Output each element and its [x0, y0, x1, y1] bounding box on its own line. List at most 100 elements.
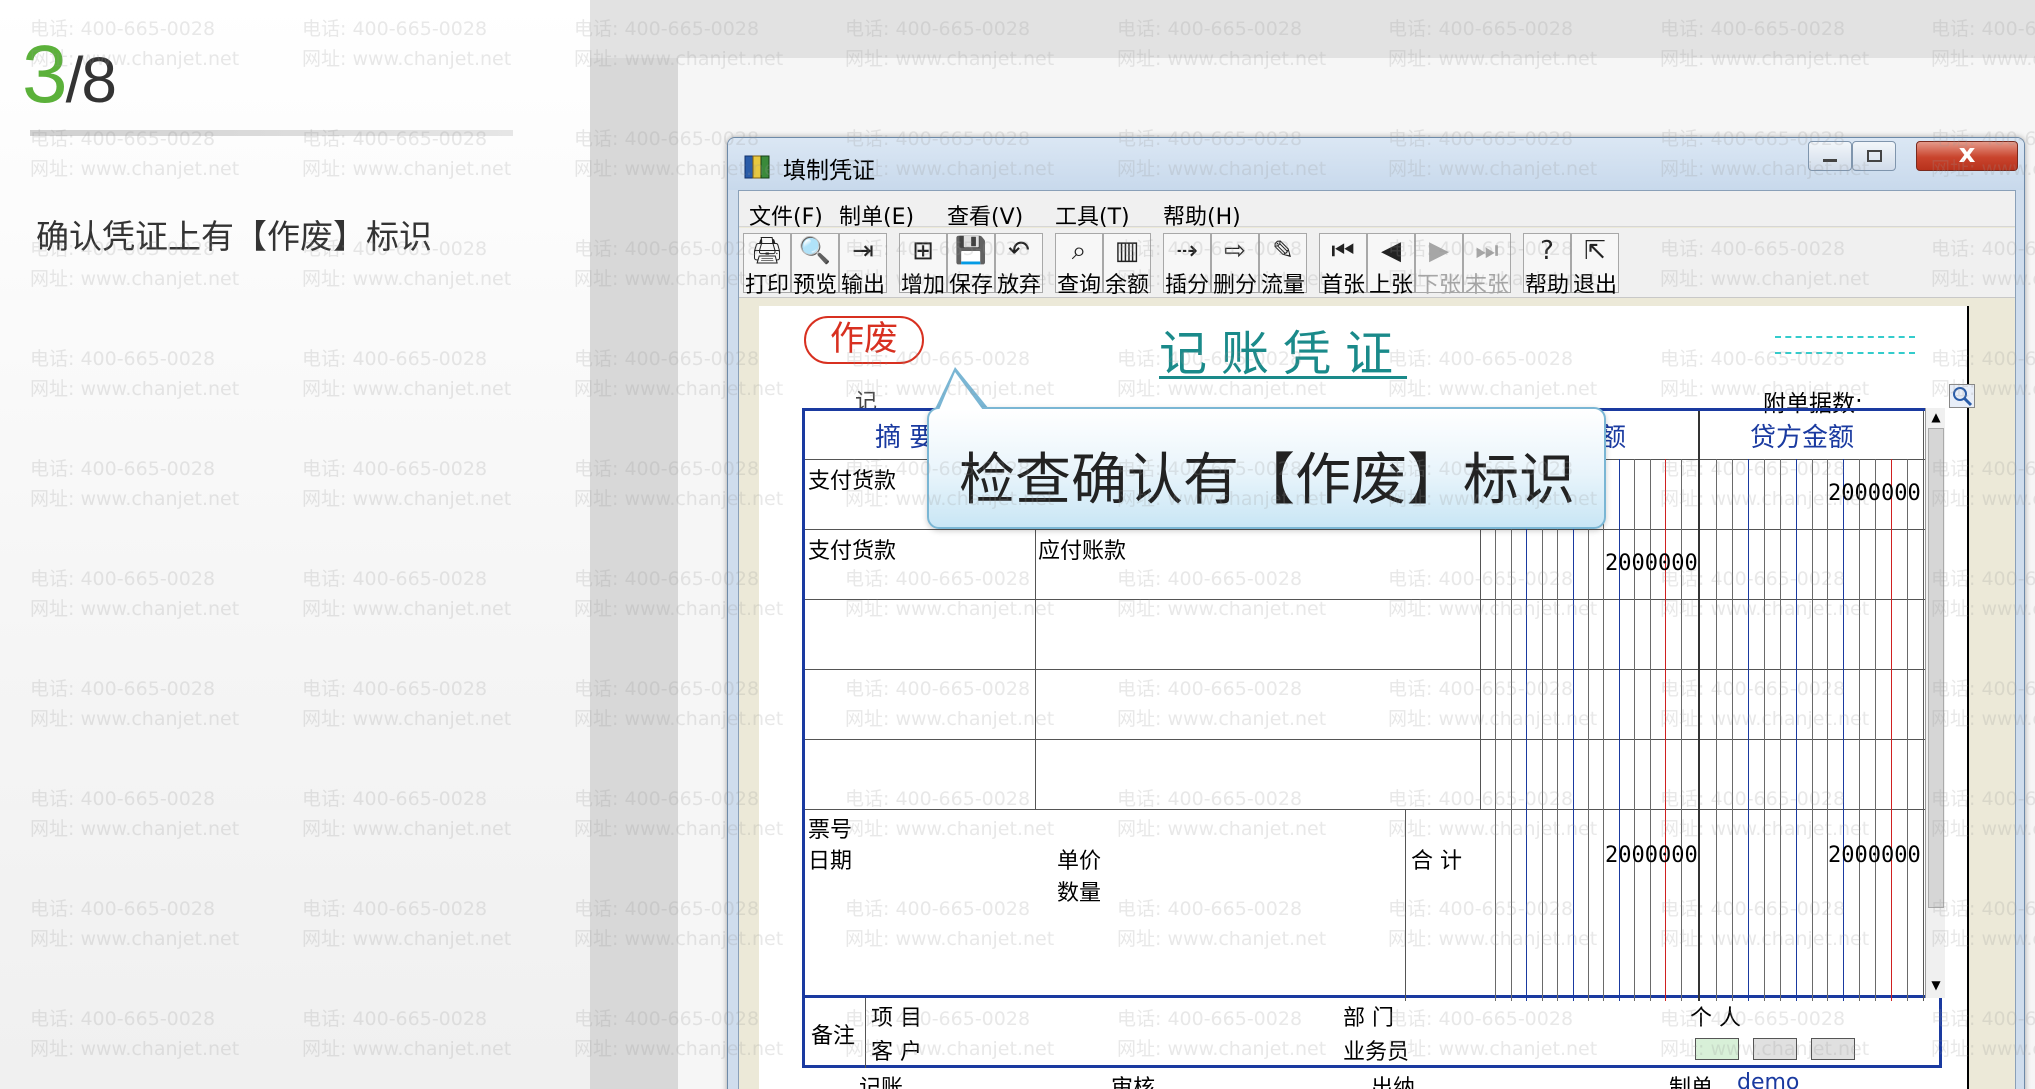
debit-digit-line — [1634, 459, 1635, 1001]
toolbar-cashflow-button[interactable]: ✎ 流量 — [1259, 233, 1307, 298]
menu-2[interactable]: 查看(V) — [947, 199, 1023, 231]
toolbar-preview-button[interactable]: 🔍 预览 — [791, 233, 839, 298]
department-label: 部 门 — [1343, 1006, 1394, 1031]
toolbar-balance-chart-button[interactable]: ▥ 余额 — [1103, 233, 1151, 298]
debit-digit-line — [1681, 459, 1682, 1001]
maximize-icon — [1867, 150, 1882, 162]
toolbar-binoculars-button[interactable]: ⌕ 查询 — [1055, 233, 1103, 298]
header-divider — [30, 130, 513, 136]
grid-hline — [805, 669, 1925, 670]
debit-digit-line — [1511, 459, 1512, 1001]
toolbar-label: 查询 — [1056, 273, 1101, 298]
toolbar-delete-line-button[interactable]: ⇨ 删分 — [1211, 233, 1259, 298]
print-icon: 🖨 — [750, 236, 784, 266]
voucher-aux-info: 备注项 目客 户 部 门业务员 个 人 — [802, 998, 1942, 1068]
number-field-line — [1775, 352, 1915, 354]
credit-digit-line — [1796, 459, 1797, 1001]
chart-card-icon[interactable] — [1811, 1038, 1855, 1060]
slide-sidebar-background — [0, 0, 590, 1089]
date-field-line — [1775, 336, 1915, 338]
exit-icon: ⇱ — [1584, 236, 1606, 266]
insert-line-icon: ⇢ — [1176, 236, 1198, 266]
first-record-icon: ⏮ — [1331, 236, 1355, 266]
callout-text: 检查确认有【作废】标识 — [959, 448, 1575, 513]
scroll-up-icon[interactable]: ▲ — [1928, 410, 1944, 428]
signature-maker-name: demo — [1737, 1070, 1800, 1089]
toolbar-label: 上张 — [1368, 273, 1413, 298]
toolbar-label: 末张 — [1464, 273, 1509, 298]
toolbar-label: 保存 — [948, 273, 993, 298]
toolbar-prev-record-button[interactable]: ◀ 上张 — [1367, 233, 1415, 298]
project-label: 项 目 — [871, 1006, 922, 1031]
toolbar-label: 放弃 — [996, 273, 1041, 298]
scroll-thumb[interactable] — [1928, 428, 1944, 908]
menu-1[interactable]: 制单(E) — [839, 199, 914, 231]
step-counter: 3/8 — [22, 28, 117, 122]
window-titlebar[interactable]: 填制凭证 x — [728, 138, 2024, 190]
last-record-icon: ⏭ — [1475, 236, 1499, 266]
scroll-down-icon[interactable]: ▼ — [1928, 978, 1944, 996]
toolbar-exit-button[interactable]: ⇱ 退出 — [1571, 233, 1619, 298]
salesperson-label: 业务员 — [1343, 1040, 1410, 1065]
delete-line-icon: ⇨ — [1224, 236, 1246, 266]
credit-digit-line — [1907, 459, 1908, 1001]
credit-digit-line — [1843, 459, 1844, 1001]
credit-digit-line — [1780, 459, 1781, 1001]
grid-vline — [1698, 411, 1700, 1001]
card-icon[interactable] — [1695, 1038, 1739, 1060]
row-debit-amount[interactable]: 2000000 — [1605, 551, 1698, 576]
callout-tooltip: 检查确认有【作废】标识 — [927, 407, 1606, 529]
debit-digit-line — [1526, 459, 1527, 1001]
menu-0[interactable]: 文件(F) — [749, 199, 823, 231]
toolbar: 🖨 打印 🔍 预览 ⇥ 输出 ⊞ 增加 💾 保存 ↶ 放弃 ⌕ 查询 ▥ 余额 ⇢ 插分 ⇨ 删分 ✎ 流量 ⏮ 首张 ◀ 上张 ▶… — [739, 228, 2015, 298]
credit-digit-line — [1716, 459, 1717, 1001]
total-credit-amount: 2000000 — [1828, 843, 1921, 868]
row-summary[interactable]: 支付货款 — [808, 463, 896, 495]
close-button[interactable]: x — [1916, 139, 2018, 171]
toolbar-add-button[interactable]: ⊞ 增加 — [899, 233, 947, 298]
signature-row: 记账 审核 出纳 制单 demo — [759, 1068, 1959, 1089]
menu-4[interactable]: 帮助(H) — [1163, 199, 1241, 231]
toolbar-export-button[interactable]: ⇥ 输出 — [839, 233, 887, 298]
maximize-button[interactable] — [1852, 141, 1896, 171]
toolbar-label: 帮助 — [1524, 273, 1569, 298]
toolbar-print-button[interactable]: 🖨 打印 — [743, 233, 791, 298]
signature-cashier: 出纳 — [1371, 1076, 1416, 1089]
toolbar-undo-button[interactable]: ↶ 放弃 — [995, 233, 1043, 298]
credit-digit-line — [1859, 459, 1860, 1001]
toolbar-next-record-button[interactable]: ▶ 下张 — [1415, 233, 1463, 298]
menu-3[interactable]: 工具(T) — [1055, 199, 1130, 231]
row-summary[interactable]: 支付货款 — [808, 533, 896, 565]
debit-digit-line — [1557, 459, 1558, 1001]
row-credit-amount[interactable]: 2000000 — [1828, 481, 1921, 506]
toolbar-last-record-button[interactable]: ⏭ 末张 — [1463, 233, 1511, 298]
debit-digit-line — [1603, 459, 1604, 1001]
toolbar-first-record-button[interactable]: ⏮ 首张 — [1319, 233, 1367, 298]
customer-label: 客 户 — [871, 1040, 922, 1065]
toolbar-insert-line-button[interactable]: ⇢ 插分 — [1163, 233, 1211, 298]
credit-digit-line — [1732, 459, 1733, 1001]
window-title: 填制凭证 — [783, 158, 875, 184]
signature-maker: 制单 — [1669, 1076, 1714, 1089]
reference-lookup-icon[interactable] — [1949, 384, 1975, 408]
slide-gutter — [590, 0, 678, 1089]
debit-digit-line — [1573, 459, 1574, 1001]
id-card-icon[interactable] — [1753, 1038, 1797, 1060]
minimize-button[interactable] — [1808, 141, 1852, 171]
toolbar-help-button[interactable]: ? 帮助 — [1523, 233, 1571, 298]
debit-digit-line — [1588, 459, 1589, 1001]
binoculars-icon: ⌕ — [1071, 236, 1087, 266]
credit-digit-line — [1875, 459, 1876, 1001]
grid-scrollbar[interactable]: ▲ ▼ — [1925, 408, 1945, 998]
toolbar-label: 流量 — [1260, 273, 1305, 298]
total-debit-amount: 2000000 — [1605, 843, 1698, 868]
void-stamp: 作废 — [804, 316, 924, 364]
signature-auditor: 审核 — [1111, 1076, 1156, 1089]
toolbar-label: 余额 — [1104, 273, 1149, 298]
toolbar-save-button[interactable]: 💾 保存 — [947, 233, 995, 298]
row-account[interactable]: 应付账款 — [1038, 533, 1126, 565]
debit-digit-line — [1665, 459, 1666, 1001]
screenshot-top-strip — [590, 0, 2035, 58]
minimize-icon — [1823, 159, 1837, 162]
toolbar-label: 预览 — [792, 273, 837, 298]
